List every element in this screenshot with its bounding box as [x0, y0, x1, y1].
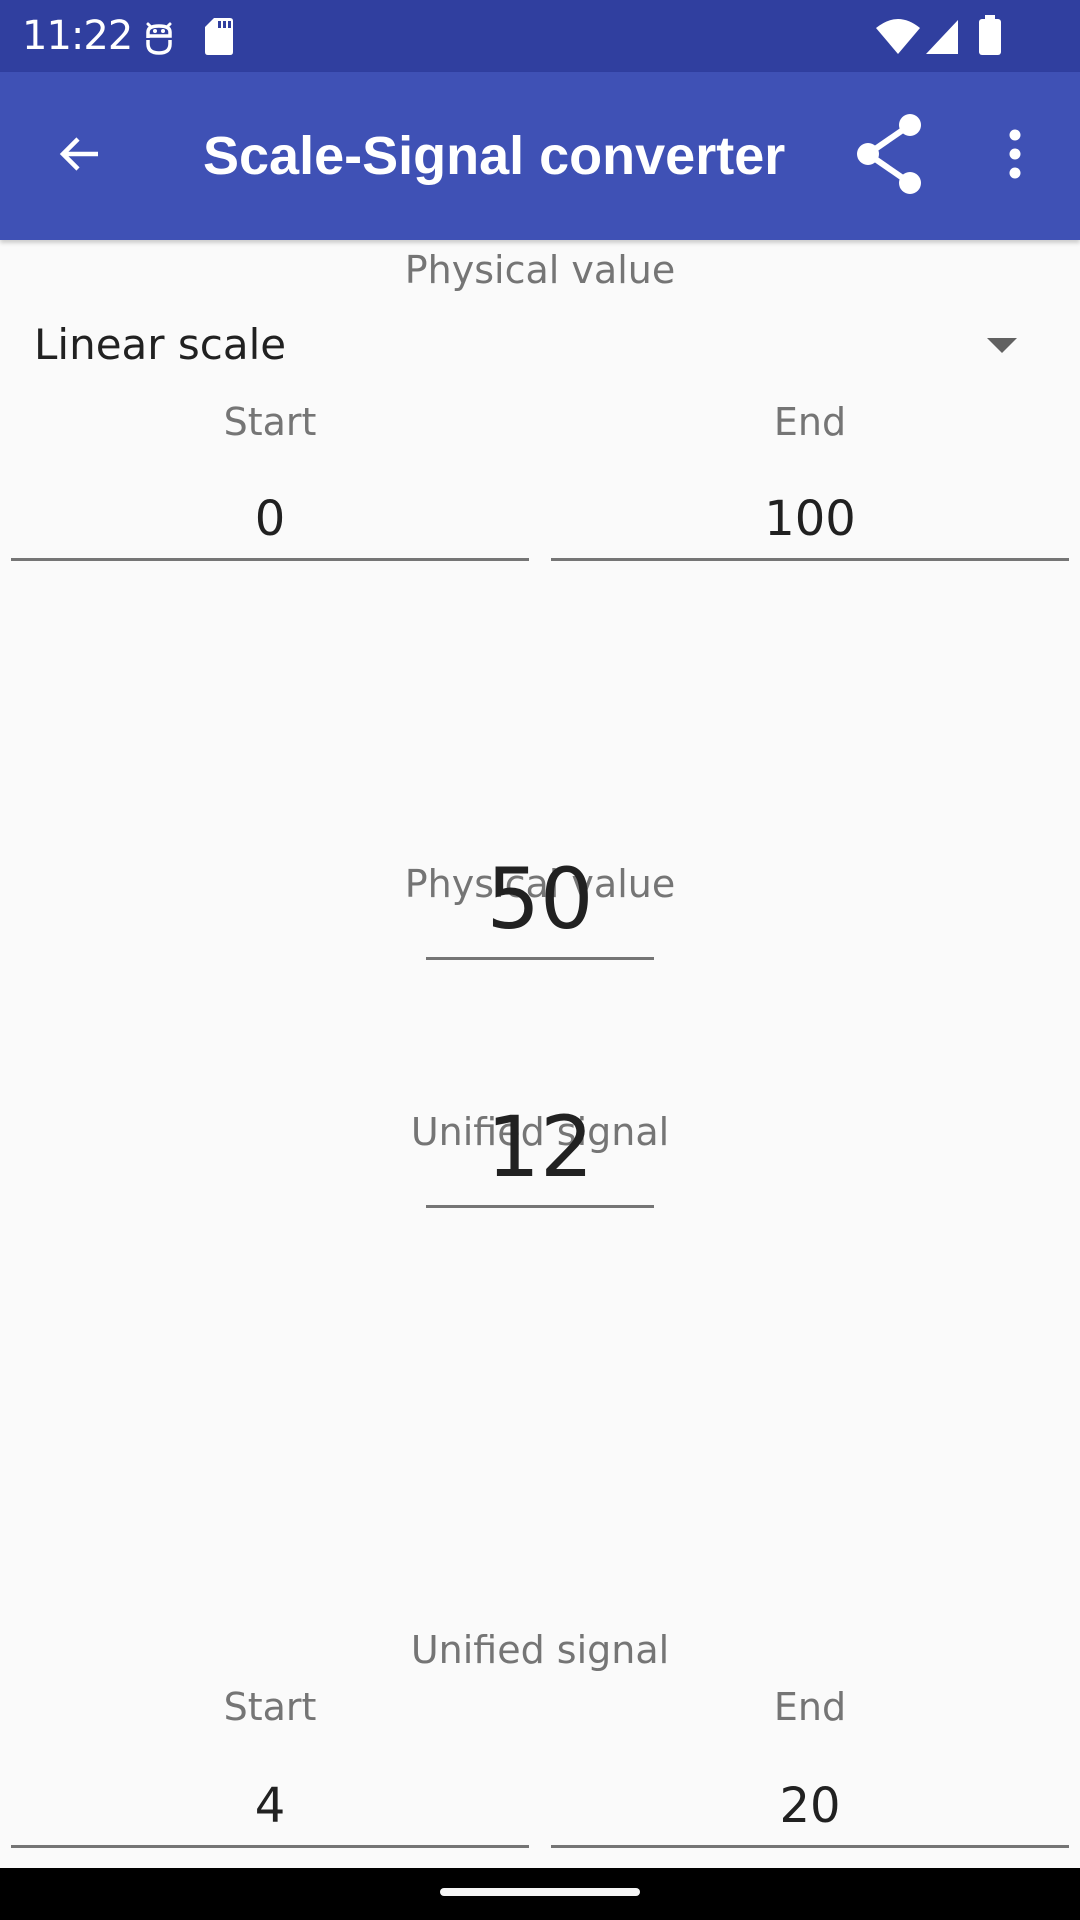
physical-end-input[interactable]: [551, 479, 1069, 561]
sd-card-icon: [204, 16, 234, 61]
scale-type-value: Linear scale: [34, 320, 287, 369]
converter-content: Physical value Linear scale Start End Ph…: [0, 240, 1080, 1868]
signal-start-input[interactable]: [11, 1766, 529, 1848]
status-time: 11:22: [22, 13, 133, 59]
share-button[interactable]: [846, 112, 934, 200]
battery-icon: [978, 14, 1002, 61]
physical-start-input[interactable]: [11, 479, 529, 561]
dropdown-arrow-icon: [987, 338, 1017, 353]
share-icon: [854, 113, 926, 200]
unified-signal-input[interactable]: [426, 1088, 654, 1208]
overflow-menu-button[interactable]: [990, 116, 1040, 196]
scale-type-spinner[interactable]: Linear scale: [0, 300, 1080, 390]
physical-value-input[interactable]: [426, 840, 654, 960]
physical-end-label: End: [773, 400, 847, 444]
android-debug-icon: [143, 18, 175, 61]
more-vert-icon: [1008, 128, 1022, 185]
app-title: Scale-Signal converter: [203, 126, 786, 186]
arrow-back-icon: [56, 130, 104, 183]
signal-range-label: Unified signal: [410, 1628, 670, 1672]
home-gesture-handle[interactable]: [440, 1888, 640, 1896]
physical-start-label: Start: [223, 400, 317, 444]
back-button[interactable]: [40, 116, 120, 196]
cellular-signal-icon: [924, 18, 960, 61]
signal-end-label: End: [773, 1685, 847, 1729]
wifi-icon: [876, 16, 920, 61]
physical-range-label: Physical value: [404, 248, 676, 292]
navigation-bar: [0, 1868, 1080, 1920]
status-bar: 11:22: [0, 0, 1080, 72]
signal-end-input[interactable]: [551, 1766, 1069, 1848]
app-bar: Scale-Signal converter: [0, 72, 1080, 240]
signal-start-label: Start: [223, 1685, 317, 1729]
